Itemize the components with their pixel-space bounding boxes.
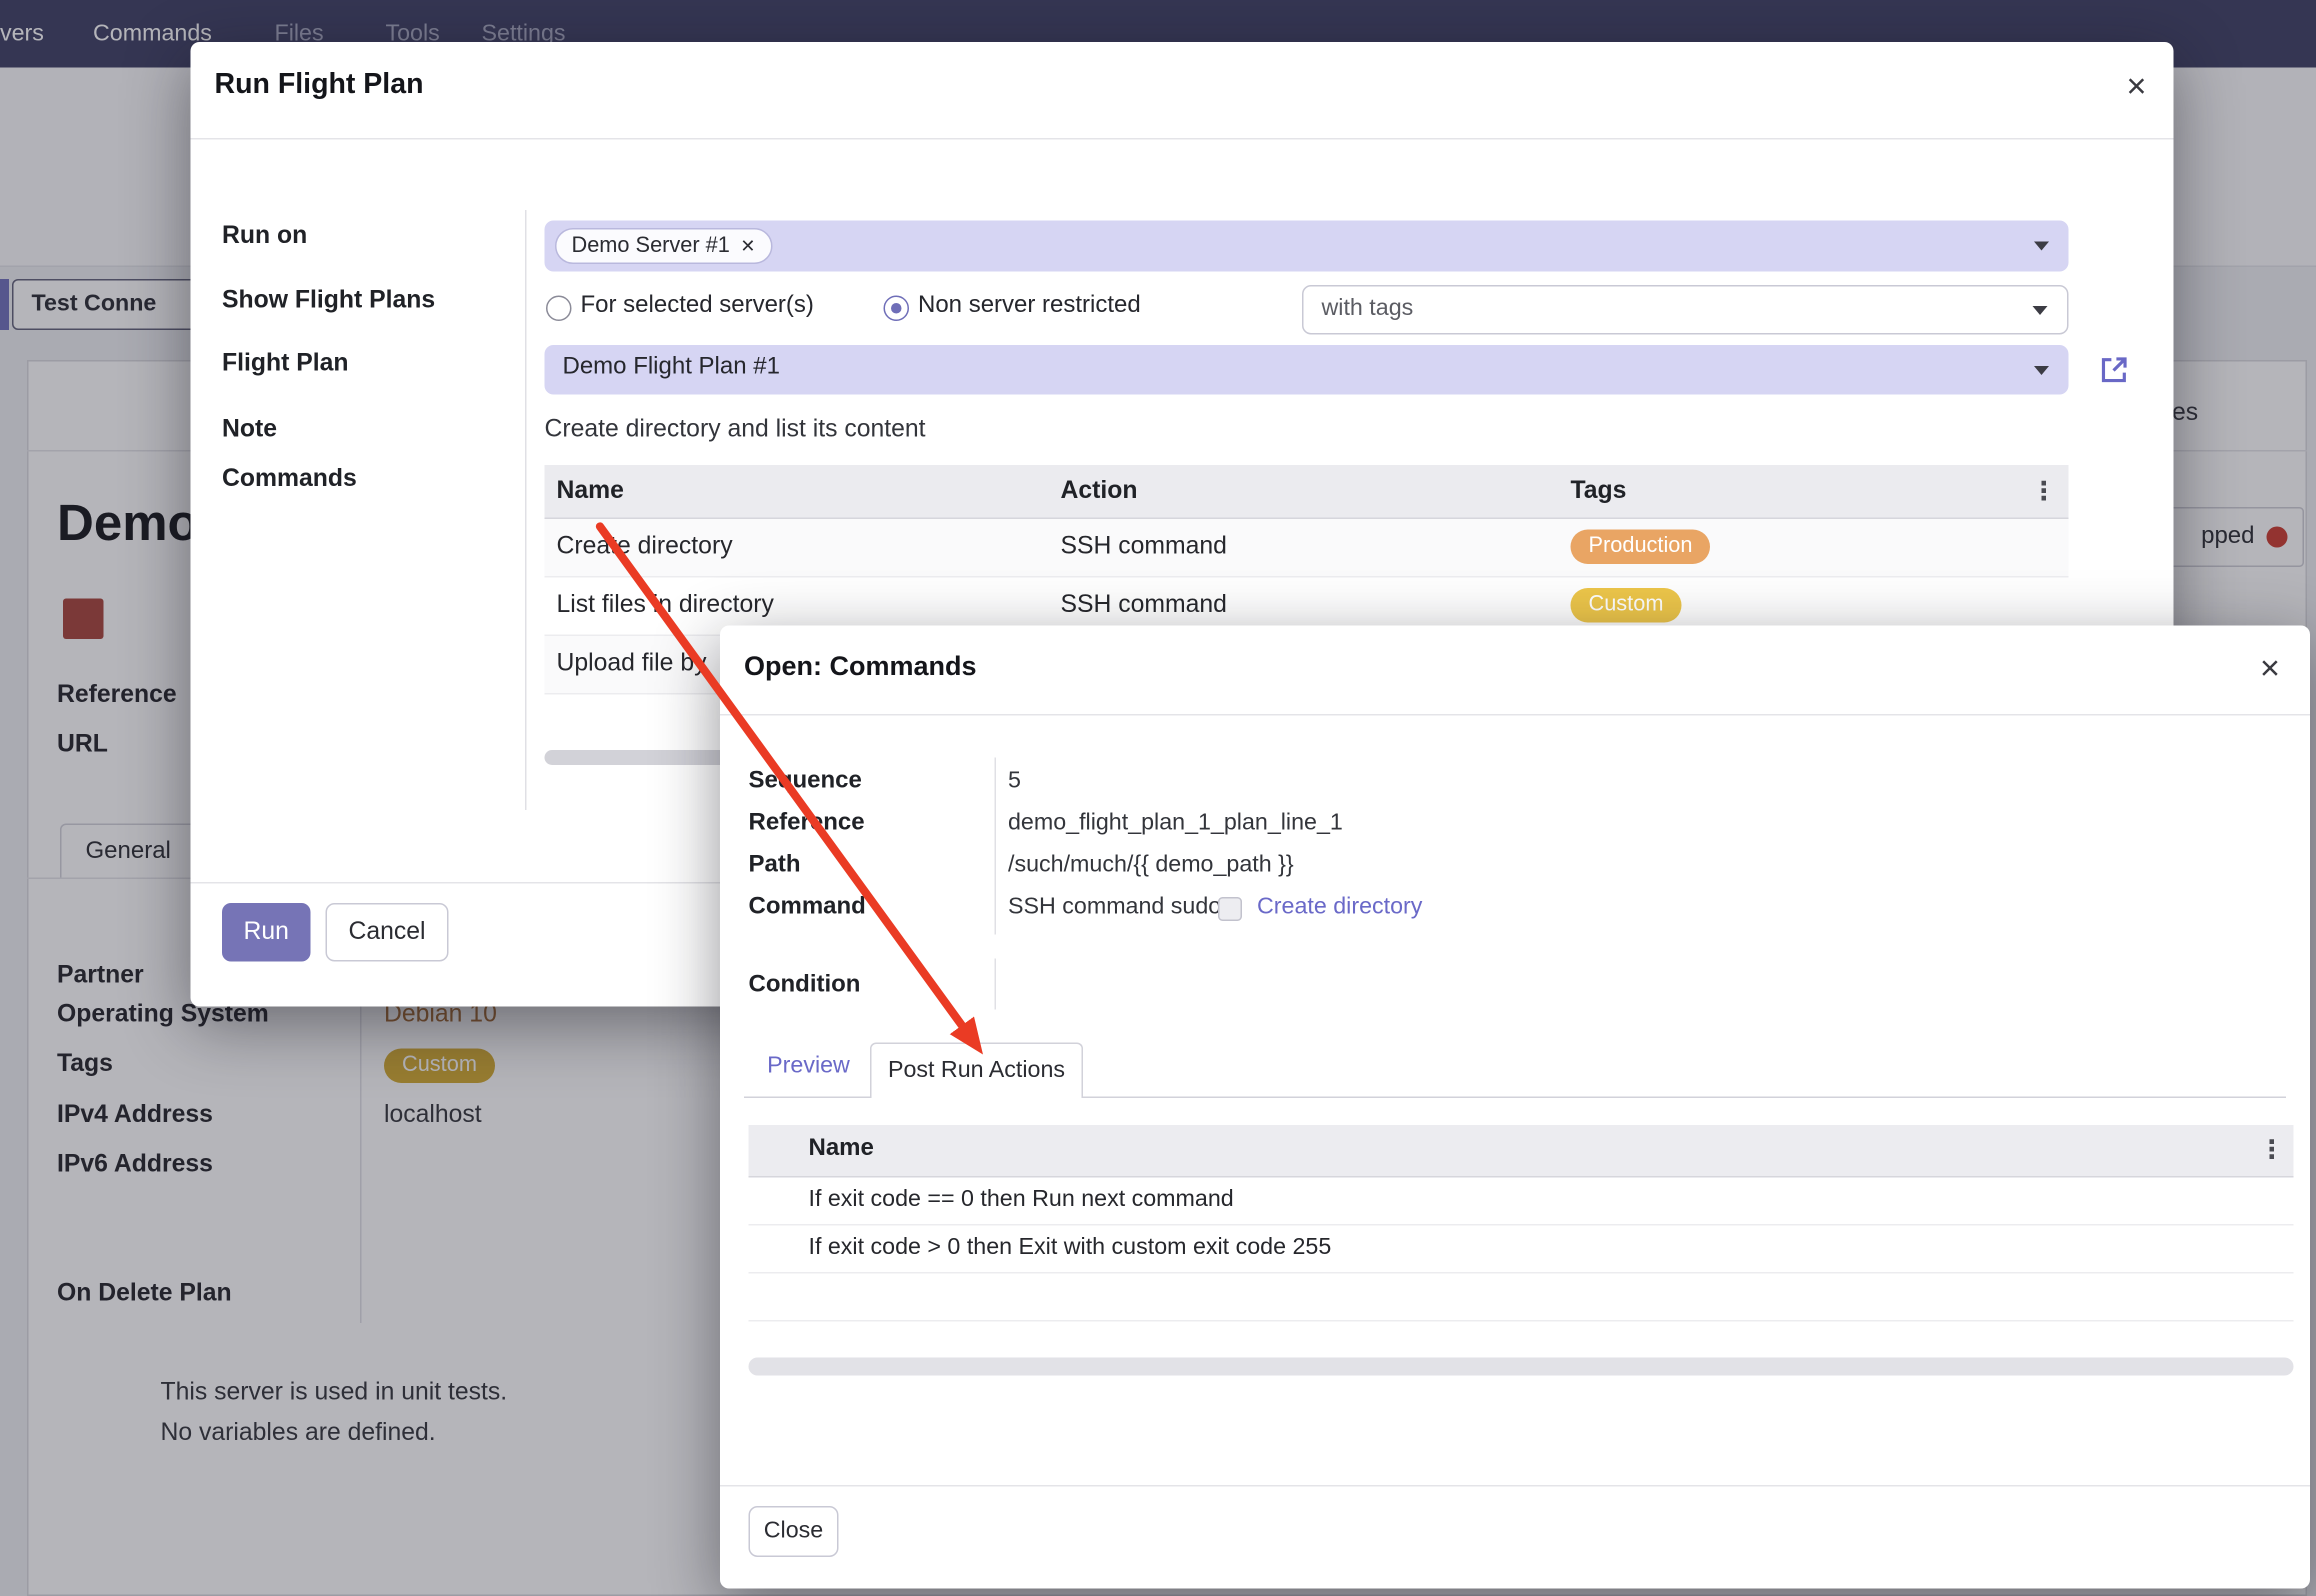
caret-down-icon <box>2034 365 2049 374</box>
sequence-label: Sequence <box>749 768 862 795</box>
form-label-divider <box>995 959 997 1010</box>
commands-modal-title: Open: Commands <box>744 651 977 683</box>
screen: vers Commands Files Tools Settings Test … <box>0 0 2316 1596</box>
table-row-empty <box>749 1274 2294 1322</box>
row-name: If exit code == 0 then Run next command <box>809 1187 1234 1214</box>
show-flight-plans-label: Show Flight Plans <box>222 287 435 316</box>
radio-non-server-restricted[interactable] <box>884 296 910 322</box>
kebab-menu-icon[interactable]: ⋮ <box>2259 1137 2285 1163</box>
form-label-divider <box>525 210 527 810</box>
post-run-table-header: Name ⋮ <box>749 1125 2294 1178</box>
table-row[interactable]: If exit code == 0 then Run next command <box>749 1178 2294 1226</box>
tag-badge: Custom <box>1571 588 1682 623</box>
commands-table-header: Name Action Tags ⋮ <box>545 465 2069 519</box>
caret-down-icon <box>2034 242 2049 251</box>
note-label: Note <box>222 416 277 445</box>
flight-plan-value: Demo Flight Plan #1 <box>563 354 780 381</box>
server-chip[interactable]: Demo Server #1 ✕ <box>555 228 772 264</box>
open-commands-modal: Open: Commands × Sequence Reference Path… <box>720 626 2310 1589</box>
condition-label: Condition <box>749 972 861 999</box>
path-value: /such/much/{{ demo_path }} <box>1008 852 1294 879</box>
close-icon[interactable]: × <box>2260 651 2280 686</box>
cancel-button[interactable]: Cancel <box>326 903 449 962</box>
run-modal-title: Run Flight Plan <box>215 69 424 102</box>
row-action: SSH command <box>1061 591 1227 620</box>
reference-label: Reference <box>749 810 865 837</box>
radio-for-selected-servers[interactable] <box>546 296 572 322</box>
tag-badge: Production <box>1571 530 1711 565</box>
run-on-label: Run on <box>222 222 307 251</box>
flight-plan-label: Flight Plan <box>222 350 349 379</box>
sequence-value: 5 <box>1008 768 1021 795</box>
command-value: SSH command sudo <box>1008 894 1221 921</box>
create-directory-link[interactable]: Create directory <box>1257 894 1422 921</box>
modal-header-divider <box>720 714 2310 716</box>
chip-remove-icon[interactable]: ✕ <box>740 236 755 257</box>
path-label: Path <box>749 852 801 879</box>
run-on-select[interactable]: Demo Server #1 ✕ <box>545 221 2069 272</box>
radio-non-server-restricted-label[interactable]: Non server restricted <box>918 293 1141 320</box>
external-link-icon[interactable] <box>2097 353 2132 388</box>
kebab-menu-icon[interactable]: ⋮ <box>2031 479 2057 505</box>
command-label: Command <box>749 894 866 921</box>
flight-plan-select[interactable]: Demo Flight Plan #1 <box>545 345 2069 395</box>
col-name: Name <box>809 1136 874 1163</box>
table-row[interactable]: Create directory SSH command Production <box>545 519 2069 578</box>
modal-header-divider <box>191 138 2174 140</box>
row-name: Create directory <box>557 533 733 562</box>
commands-label: Commands <box>222 465 357 494</box>
col-tags: Tags <box>1571 477 1627 506</box>
run-button[interactable]: Run <box>222 903 311 962</box>
caret-down-icon <box>2033 305 2048 314</box>
server-chip-label: Demo Server #1 <box>572 234 730 258</box>
col-action: Action <box>1061 477 1138 506</box>
close-icon[interactable]: × <box>2126 69 2146 104</box>
create-directory-checkbox[interactable] <box>1218 897 1242 921</box>
row-name: List files in directory <box>557 591 774 620</box>
modal-footer-divider <box>720 1485 2310 1487</box>
with-tags-select[interactable]: with tags <box>1302 285 2069 335</box>
note-value: Create directory and list its content <box>545 416 926 445</box>
with-tags-placeholder: with tags <box>1322 296 1414 323</box>
form-label-divider <box>995 758 997 935</box>
col-name: Name <box>557 477 624 506</box>
row-name: If exit code > 0 then Exit with custom e… <box>809 1235 1332 1262</box>
radio-for-selected-servers-label[interactable]: For selected server(s) <box>581 293 814 320</box>
tab-preview[interactable]: Preview <box>749 1053 869 1080</box>
close-button[interactable]: Close <box>749 1506 839 1557</box>
horizontal-scrollbar[interactable] <box>749 1358 2294 1376</box>
reference-value: demo_flight_plan_1_plan_line_1 <box>1008 810 1343 837</box>
row-name: Upload file by <box>557 650 707 679</box>
row-action: SSH command <box>1061 533 1227 562</box>
table-row[interactable]: If exit code > 0 then Exit with custom e… <box>749 1226 2294 1274</box>
tab-post-run-actions[interactable]: Post Run Actions <box>870 1043 1083 1099</box>
